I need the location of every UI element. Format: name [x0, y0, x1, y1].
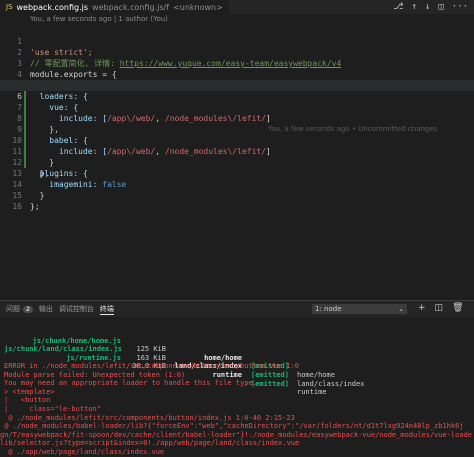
asset-file: js/chunk/home/home.js	[4, 337, 121, 346]
tab-path: webpack.config.js/f	[92, 3, 169, 12]
tab-terminal-label: 终端	[100, 304, 114, 314]
code-line: 3 module.exports = {	[0, 47, 474, 58]
tab-debug-console[interactable]: 调试控制台	[59, 304, 94, 314]
panel-header: 问题 2 输出 调试控制台 终端 1: node ⌄ + ◫ 🗑 ⌃ ✕	[0, 300, 474, 317]
code-line: 14 }	[0, 168, 474, 179]
problems-count-badge: 2	[23, 306, 33, 313]
code-editor[interactable]: 1 'use strict'; 2 // 零配置简化, 详情: https://…	[0, 25, 474, 300]
error-line: lib/selector.js?type=script&index=0!./ap…	[0, 439, 299, 448]
asset-file: js/chunk/land/class/index.js	[4, 345, 121, 354]
terminal-select[interactable]: 1: node ⌄	[312, 304, 407, 314]
line-number: 16	[0, 201, 22, 212]
error-line: | <button	[4, 396, 50, 405]
code-line: 9 include: [/app\/web/, /node_modules\/l…	[0, 113, 474, 124]
error-line: @ ./node_modules/babel-loader/lib?{"forc…	[0, 422, 464, 431]
previous-change-icon[interactable]: ↑	[411, 2, 416, 12]
code-line: 7 },	[0, 91, 474, 102]
next-change-icon[interactable]: ↓	[425, 2, 430, 12]
error-line: ERROR in ./node_modules/lefit/src/compon…	[4, 362, 299, 371]
tab-webpack-config[interactable]: JS webpack.config.js webpack.config.js/f…	[0, 0, 230, 14]
code-text: };	[30, 201, 40, 212]
trash-icon[interactable]: 🗑	[452, 303, 463, 313]
panel-actions: + ◫ 🗑 ⌃ ✕	[418, 303, 474, 313]
split-icon[interactable]: ◫	[435, 303, 444, 313]
code-line: 12 plugins: {	[0, 146, 474, 157]
error-line: gn/T/easywebpack/fit-spoon/dev/cache/cli…	[0, 431, 472, 440]
more-actions-icon[interactable]: ···	[452, 2, 468, 12]
error-line: Module parse failed: Unexpected token (1…	[4, 371, 185, 380]
code-line: 11 },	[0, 135, 474, 146]
error-line: > <template>	[4, 388, 55, 397]
chevron-down-icon: ⌄	[398, 304, 404, 314]
code-line: 2 // 零配置简化, 详情: https://www.yuque.com/ea…	[0, 36, 474, 47]
code-line: 4 loaders: {	[0, 58, 474, 69]
editor-tab-bar: JS webpack.config.js webpack.config.js/f…	[0, 0, 474, 14]
split-editor-icon[interactable]: ◫	[438, 2, 443, 12]
asset-name: land/class/index	[297, 380, 364, 389]
open-changes-icon[interactable]: ⎇	[393, 2, 403, 12]
error-line: @ ./node_modules/lefit/src/components/bu…	[4, 414, 295, 423]
asset-name: home/home	[297, 371, 335, 380]
code-line: 1 'use strict';	[0, 25, 474, 36]
tab-filename: webpack.config.js	[17, 3, 89, 12]
editor-actions: ⎇ ↑ ↓ ◫ ···	[393, 2, 474, 12]
tab-output[interactable]: 输出	[39, 304, 53, 314]
code-line: 8 babel: {	[0, 102, 474, 113]
tab-unknown: <unknown>	[173, 3, 223, 12]
js-file-icon: JS	[6, 3, 13, 11]
code-line-current: 6 include: [/app\/web/, /node_modules\/l…	[0, 80, 474, 91]
code-line: 15 };	[0, 179, 474, 190]
error-line: You may need an appropriate loader to ha…	[4, 379, 257, 388]
asset-size: 125 KiB	[126, 345, 166, 354]
tab-terminal[interactable]: 终端	[100, 304, 114, 315]
plus-icon[interactable]: +	[418, 303, 426, 313]
terminal-output[interactable]: js/chunk/home/home.js 125 KiB home/home …	[0, 318, 474, 451]
code-line: 5 vue: {	[0, 69, 474, 80]
tab-problems[interactable]: 问题 2	[6, 304, 33, 314]
code-line: 10 }	[0, 124, 474, 135]
asset-name: runtime	[297, 388, 327, 397]
blame-header: You, a few seconds ago | 1 author (You)	[30, 15, 168, 23]
code-line: 13 imagemini: false	[0, 157, 474, 168]
tab-output-label: 输出	[39, 304, 53, 314]
error-line: | class="le-button"	[4, 405, 101, 414]
tab-debug-console-label: 调试控制台	[59, 304, 94, 314]
tab-problems-label: 问题	[6, 304, 20, 314]
code-line: 16	[0, 190, 474, 201]
error-line: @ ./app/web/page/land/class/index.vue	[4, 448, 164, 457]
terminal-select-value: 1: node	[315, 305, 342, 313]
